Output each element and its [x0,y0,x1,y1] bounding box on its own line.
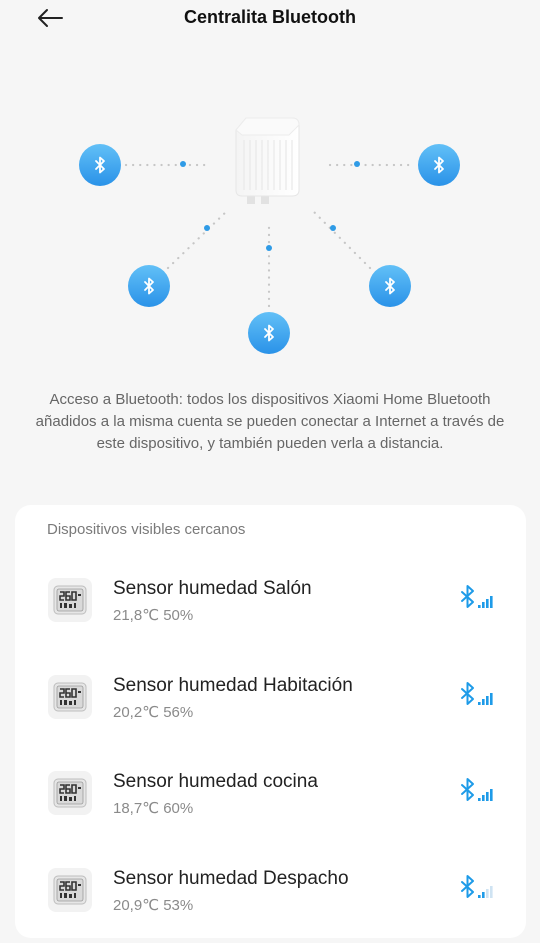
bluetooth-signal-icon [459,777,495,803]
description-text: Acceso a Bluetooth: todos los dispositiv… [35,391,505,452]
device-status: 20,2℃ 56% [113,704,194,721]
hygrometer-icon [48,868,92,912]
bluetooth-icon [79,144,121,186]
device-name: Sensor humedad cocina [113,771,318,792]
bluetooth-signal-icon [459,584,495,610]
bluetooth-signal-icon [459,874,495,900]
header: Centralita Bluetooth [0,0,540,36]
gateway-plug-icon [235,117,300,204]
device-status: 20,9℃ 53% [113,897,194,914]
page-title: Centralita Bluetooth [183,7,356,27]
device-name: Sensor humedad Habitación [113,675,353,696]
hygrometer-icon [48,578,92,622]
nearby-devices-card: Dispositivos visibles cercanos Sensor hu… [15,505,526,938]
bluetooth-icon [418,144,460,186]
section-label: Dispositivos visibles cercanos [47,521,246,538]
device-name: Sensor humedad Despacho [113,868,349,889]
device-name: Sensor humedad Salón [113,578,312,599]
bluetooth-icon [128,265,170,307]
bluetooth-icon [369,265,411,307]
device-status: 21,8℃ 50% [113,607,194,624]
hygrometer-icon [48,771,92,815]
bluetooth-icon [248,312,290,354]
hygrometer-icon [48,675,92,719]
device-row[interactable]: Sensor humedad Habitación 20,2℃ 56% [15,665,526,741]
device-row[interactable]: Sensor humedad Despacho 20,9℃ 53% [15,858,526,934]
device-row[interactable]: Sensor humedad Salón 21,8℃ 50% [15,568,526,644]
device-status: 18,7℃ 60% [113,800,194,817]
device-row[interactable]: Sensor humedad cocina 18,7℃ 60% [15,761,526,837]
bluetooth-hub-diagram [0,100,540,370]
bluetooth-signal-icon [459,681,495,707]
